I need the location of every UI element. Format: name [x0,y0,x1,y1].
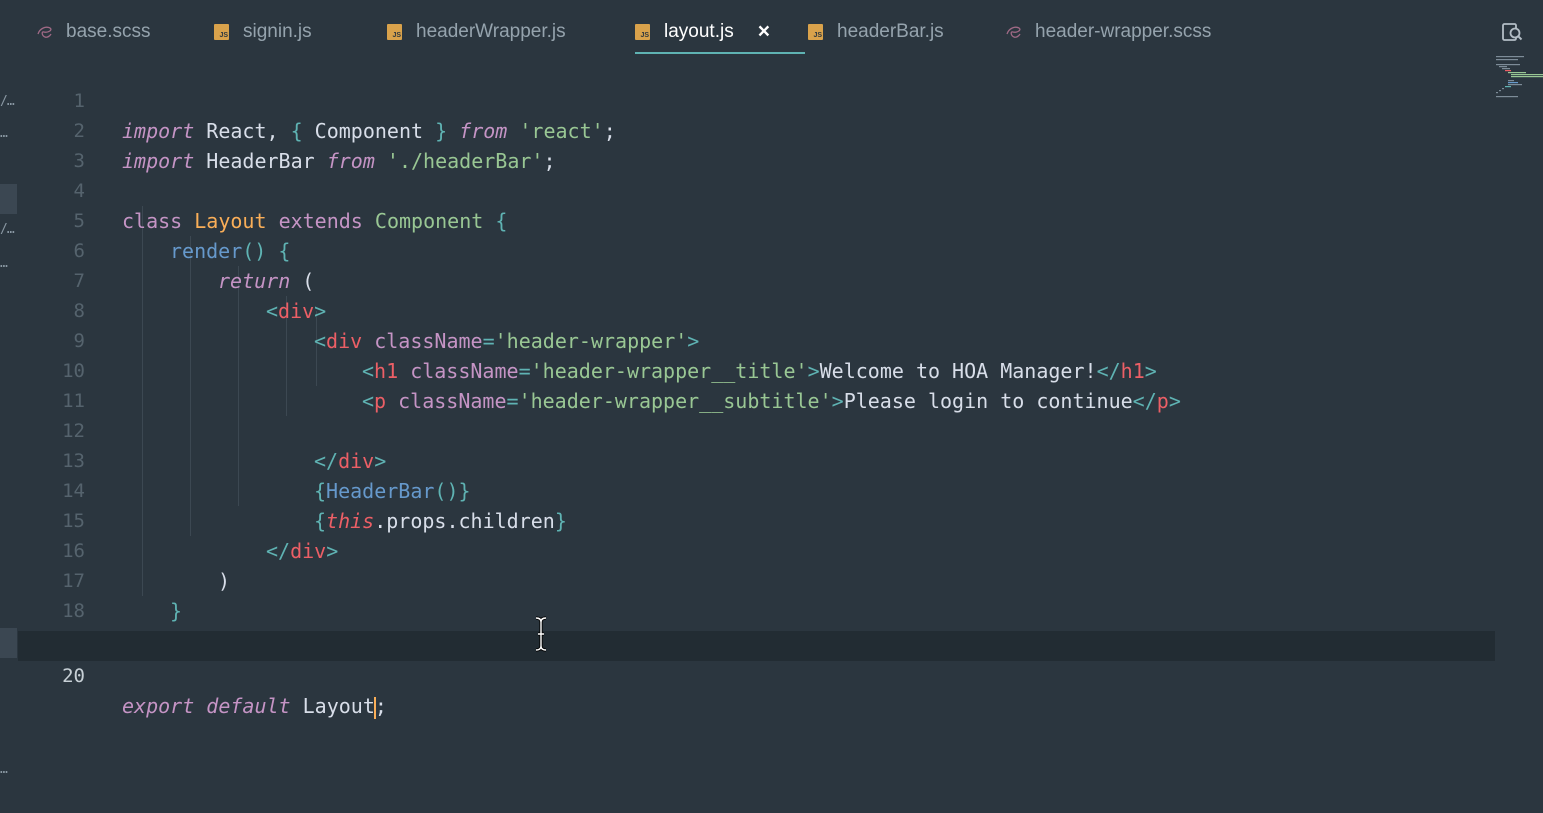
tab-label: headerWrapper.js [416,21,566,42]
code-line[interactable]: 5 render() { [18,176,1495,263]
code-line[interactable]: 18 } [18,566,1495,653]
code-line[interactable]: 9 <h1 className='header-wrapper__title'>… [18,296,1495,383]
code-line-current[interactable]: 20 export default Layout; [18,631,1495,719]
sass-icon [37,26,52,38]
preview-icon[interactable] [1500,20,1524,44]
punctuation: ; [374,694,387,718]
code-line[interactable]: 7 <div> [18,236,1495,323]
code-line[interactable]: 11 [18,356,1495,412]
js-icon [635,24,650,40]
tab-signin-js[interactable]: signin.js [214,14,312,50]
tree-item-fragment[interactable]: … [0,762,8,777]
tab-headerbar-js[interactable]: headerBar.js [808,14,944,50]
minimap[interactable] [1494,54,1543,99]
code-line[interactable]: 2 import HeaderBar from './headerBar'; [18,86,1495,173]
editor-window: /… … /… … … base.scss signin.js headerWr… [0,0,1543,813]
tree-item-fragment[interactable]: /… [0,94,15,109]
tab-label: base.scss [66,21,151,42]
code-line[interactable]: 1 import React, { Component } from 'reac… [18,56,1495,143]
tab-base-scss[interactable]: base.scss [36,14,150,50]
code-editor[interactable]: 1 import React, { Component } from 'reac… [18,56,1495,813]
js-icon [214,24,229,40]
active-tab-indicator [635,52,805,54]
code-line[interactable]: 14 {this.props.children} [18,446,1495,533]
line-number[interactable]: 20 [18,661,85,691]
code-line[interactable]: 12 </div> [18,386,1495,473]
tree-view-sliver[interactable]: /… … /… … … [0,0,18,813]
code-line[interactable]: 6 return ( [18,206,1495,293]
close-icon[interactable]: × [758,20,770,44]
keyword: export [122,694,195,718]
tab-bar: base.scss signin.js headerWrapper.js lay… [18,0,1543,56]
tree-item-fragment[interactable]: … [0,126,8,141]
tab-label: headerBar.js [837,21,944,42]
tab-layout-js[interactable]: layout.js × [635,14,770,50]
code-line[interactable]: 15 </div> [18,476,1495,563]
code-line[interactable]: 19 [18,596,1495,652]
sass-icon [1006,26,1021,38]
js-icon [387,24,402,40]
keyword: default [206,694,291,718]
ibeam-cursor-icon [535,616,547,652]
code-line[interactable]: 16 ) [18,506,1495,593]
tree-item-fragment[interactable]: … [0,256,8,271]
code-line[interactable]: 8 <div className='header-wrapper'> [18,266,1495,353]
tab-headerwrapper-js[interactable]: headerWrapper.js [387,14,566,50]
token: Layout [290,694,375,718]
tree-item-fragment[interactable]: /… [0,222,15,237]
code-line[interactable]: 10 <p className='header-wrapper__subtitl… [18,326,1495,413]
tab-label: layout.js [664,21,734,42]
code-line[interactable]: 4 class Layout extends Component { [18,146,1495,233]
code-line[interactable]: 13 {HeaderBar()} [18,416,1495,503]
js-icon [808,24,823,40]
tab-label: header-wrapper.scss [1035,21,1212,42]
tab-label: signin.js [243,21,312,42]
code-line[interactable]: 17 } [18,536,1495,623]
tab-header-wrapper-scss[interactable]: header-wrapper.scss [1005,14,1211,50]
tree-item-selected[interactable] [0,184,17,214]
code-line[interactable]: 3 [18,116,1495,172]
tree-item-highlight[interactable] [0,628,17,658]
